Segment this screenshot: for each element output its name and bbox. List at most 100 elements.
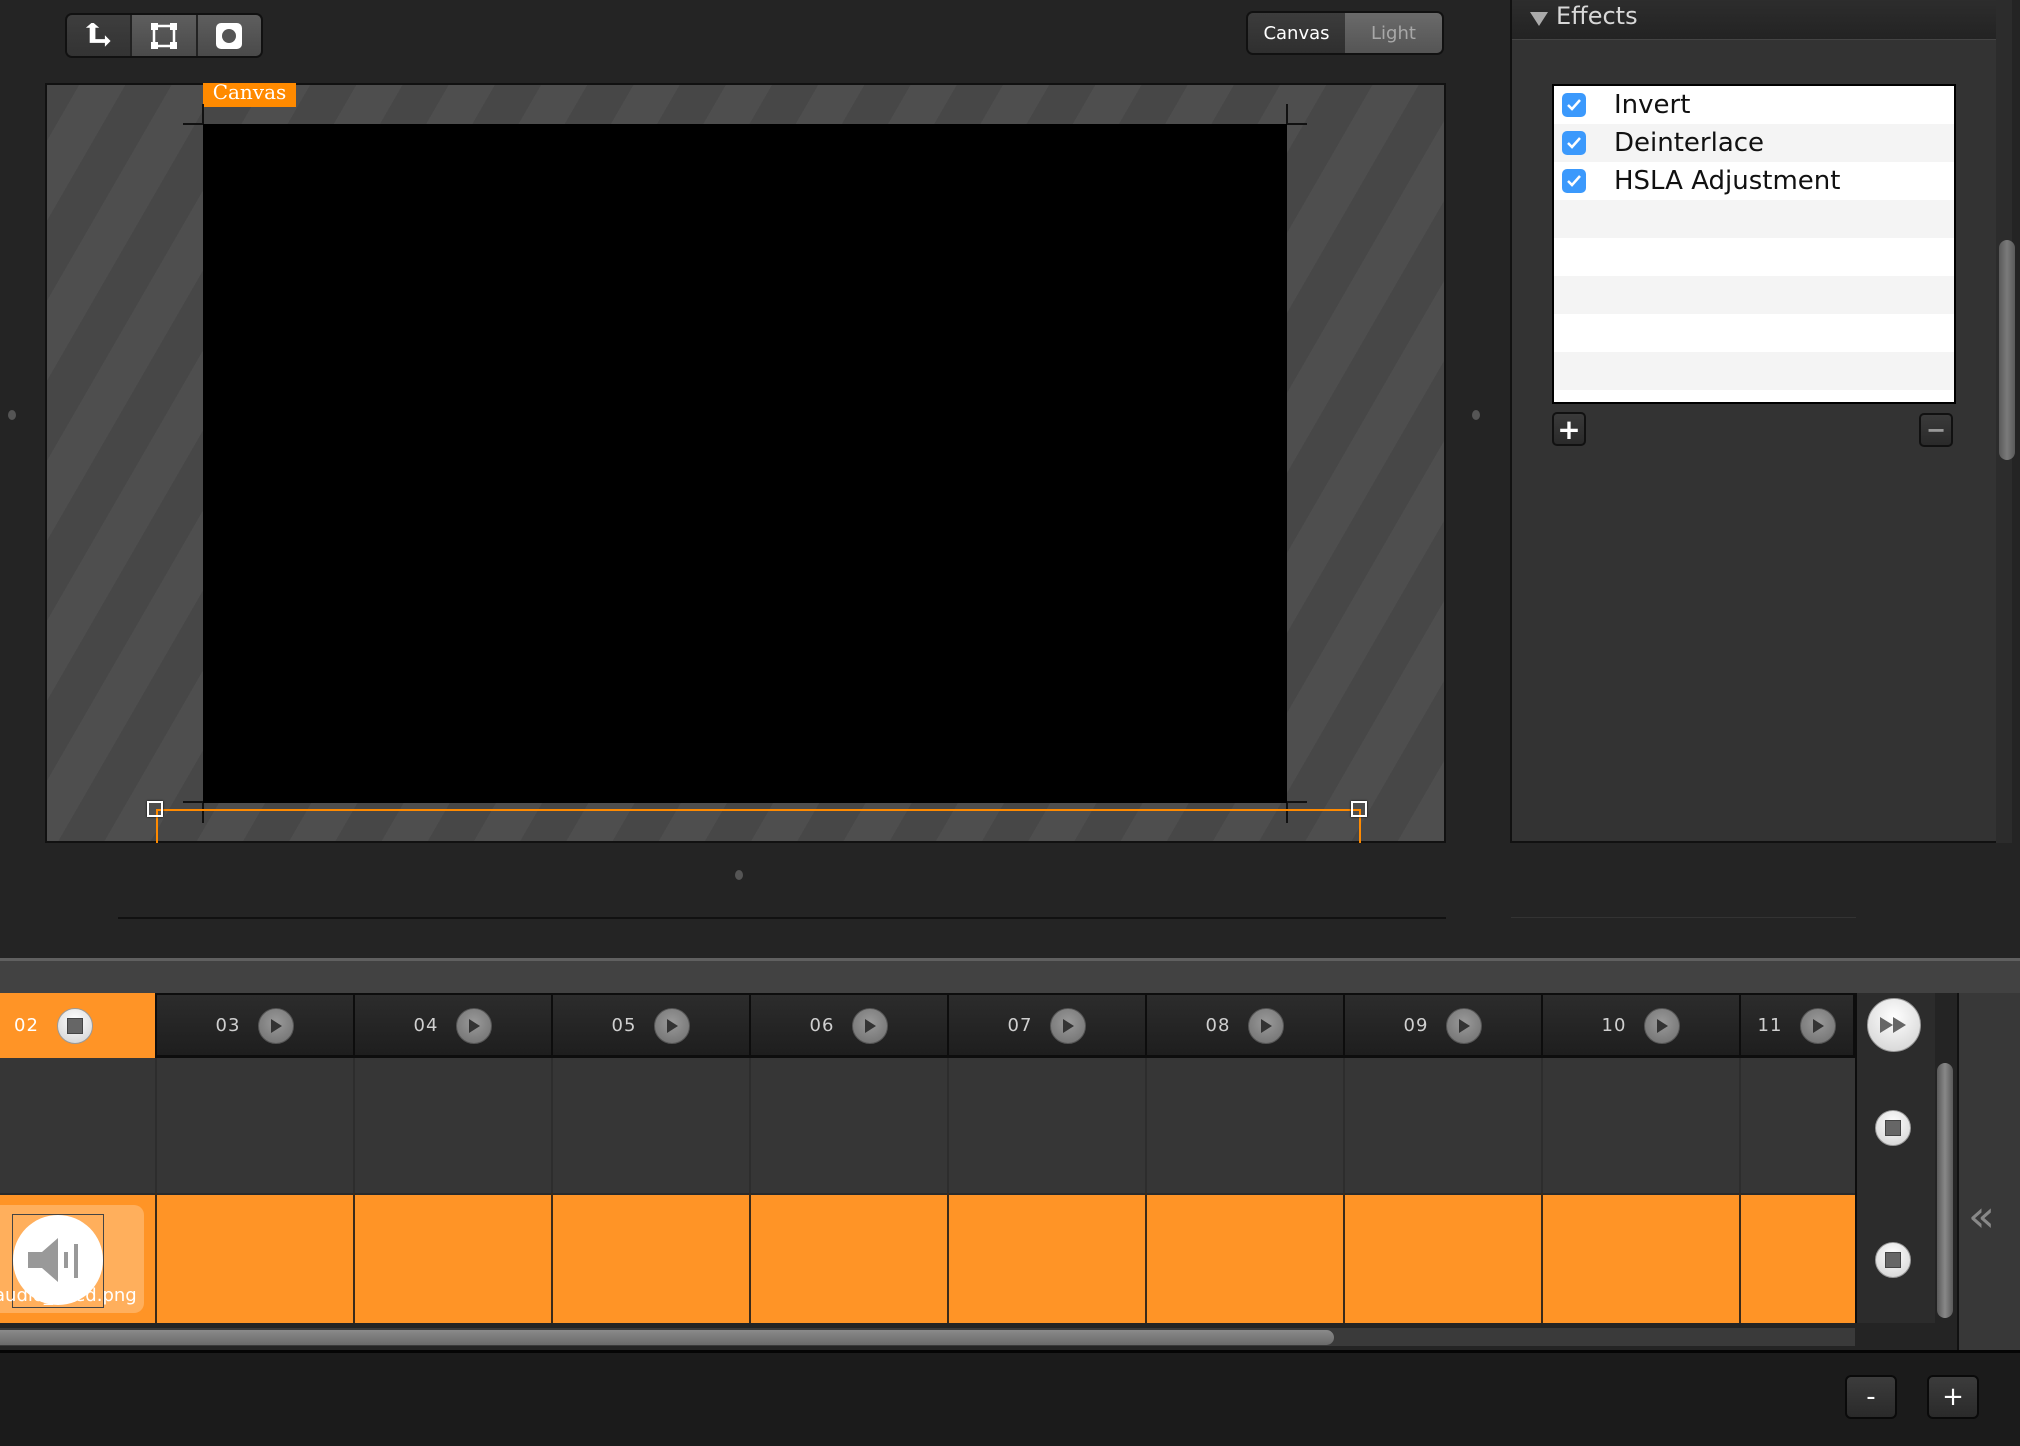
timeline-vscroll-thumb[interactable]: [1937, 1063, 1953, 1318]
crop-mark: [1286, 803, 1288, 823]
crop-mark: [183, 123, 203, 125]
anchor-arrows-icon: [85, 22, 111, 47]
column-divider: [353, 1193, 355, 1323]
timeline-bottom-bar: [0, 1350, 2020, 1446]
checkmark-icon: [1567, 175, 1581, 187]
column-label: 07: [1007, 1015, 1033, 1036]
play-button[interactable]: [1050, 1007, 1087, 1044]
anchor-tool-button[interactable]: [67, 15, 133, 56]
fast-forward-button[interactable]: [1867, 998, 1921, 1052]
play-icon: [1459, 1018, 1471, 1033]
circle-mask-icon: [216, 22, 243, 49]
effects-list: Invert Deinterlace HSLA Adjustment: [1552, 84, 1956, 404]
stop-icon: [1885, 1252, 1901, 1268]
canvas-view-button[interactable]: Canvas: [1248, 13, 1345, 53]
play-button[interactable]: [654, 1007, 691, 1044]
effect-item[interactable]: Deinterlace: [1554, 124, 1954, 162]
track-stop-button[interactable]: [1875, 1110, 1911, 1146]
stop-button[interactable]: [56, 1007, 93, 1044]
column-divider: [1343, 1193, 1345, 1323]
mask-tool-button[interactable]: [197, 15, 261, 56]
crop-mark: [1287, 123, 1307, 125]
timeline-column-header[interactable]: 08: [1147, 993, 1345, 1058]
column-divider: [1541, 1193, 1543, 1323]
crop-mark: [202, 803, 204, 823]
effect-item[interactable]: HSLA Adjustment: [1554, 162, 1954, 200]
play-button[interactable]: [1644, 1007, 1681, 1044]
column-label: 09: [1403, 1015, 1429, 1036]
column-divider: [353, 1058, 355, 1193]
column-divider: [1739, 1058, 1741, 1193]
track-stop-button[interactable]: [1875, 1242, 1911, 1278]
crop-mark: [1286, 104, 1288, 124]
timeline-hscroll-thumb[interactable]: [0, 1330, 1334, 1345]
timeline-toolbar: [0, 958, 2020, 993]
splitter-handle-right[interactable]: [1472, 410, 1480, 420]
disclosure-triangle-icon[interactable]: [1530, 12, 1548, 26]
empty-row: [1554, 390, 1954, 402]
timeline-column-header[interactable]: 06: [751, 993, 949, 1058]
play-button[interactable]: [456, 1007, 493, 1044]
play-icon: [865, 1018, 877, 1033]
timeline-column-header[interactable]: 10: [1543, 993, 1741, 1058]
add-effect-button[interactable]: +: [1552, 412, 1586, 446]
canvas-label: Canvas: [203, 83, 296, 107]
splitter-handle-left[interactable]: [8, 410, 16, 420]
column-divider: [1343, 1058, 1345, 1193]
timeline-column-header[interactable]: 03: [157, 993, 355, 1058]
divider: [1511, 917, 1856, 918]
effect-item[interactable]: Invert: [1554, 86, 1954, 124]
crop-mark: [183, 801, 203, 803]
column-divider: [947, 1193, 949, 1323]
effects-scrollbar-thumb[interactable]: [1999, 240, 2015, 460]
timeline-column-header[interactable]: 02: [0, 993, 157, 1058]
checkmark-icon: [1567, 99, 1581, 111]
play-button[interactable]: [258, 1007, 295, 1044]
column-label: 03: [215, 1015, 241, 1036]
resize-handle-left[interactable]: [147, 801, 163, 817]
column-divider: [749, 1193, 751, 1323]
transform-tool-button[interactable]: [132, 15, 198, 56]
timeline-track-audio[interactable]: [0, 1193, 1855, 1323]
timeline-column-header[interactable]: 07: [949, 993, 1147, 1058]
column-label: 05: [611, 1015, 637, 1036]
fast-forward-icon: [1880, 1017, 1906, 1033]
empty-row: [1554, 352, 1954, 390]
timeline-column-header[interactable]: 05: [553, 993, 751, 1058]
play-button[interactable]: [1446, 1007, 1483, 1044]
empty-row: [1554, 238, 1954, 276]
resize-handle-right[interactable]: [1351, 801, 1367, 817]
effects-title: Effects: [1556, 2, 1638, 30]
crop-mark: [1287, 801, 1307, 803]
zoom-out-button[interactable]: -: [1845, 1375, 1897, 1419]
effects-header[interactable]: Effects: [1512, 0, 1998, 40]
checkmark-icon: [1567, 137, 1581, 149]
bounding-box-icon: [150, 22, 177, 49]
effect-checkbox[interactable]: [1562, 131, 1586, 155]
column-label: 08: [1205, 1015, 1231, 1036]
column-divider: [749, 1058, 751, 1193]
canvas-preview[interactable]: [203, 124, 1287, 803]
timeline-column-header[interactable]: 04: [355, 993, 553, 1058]
column-label: 04: [413, 1015, 439, 1036]
play-button[interactable]: [852, 1007, 889, 1044]
effect-checkbox[interactable]: [1562, 93, 1586, 117]
view-toggle: Canvas Light: [1246, 11, 1444, 55]
timeline-column-header[interactable]: 11: [1741, 993, 1855, 1058]
light-view-button[interactable]: Light: [1345, 13, 1442, 53]
stop-icon: [1885, 1120, 1901, 1136]
remove-effect-button[interactable]: −: [1919, 413, 1953, 447]
stop-icon: [66, 1017, 83, 1034]
timeline-column-header[interactable]: 09: [1345, 993, 1543, 1058]
collapse-panel-button[interactable]: «: [1968, 1195, 1995, 1239]
timeline-track[interactable]: [0, 1058, 1855, 1193]
play-button[interactable]: [1248, 1007, 1285, 1044]
effect-label: HSLA Adjustment: [1614, 166, 1841, 196]
effect-checkbox[interactable]: [1562, 169, 1586, 193]
column-divider: [1739, 1193, 1741, 1323]
zoom-in-button[interactable]: +: [1927, 1375, 1979, 1419]
play-button[interactable]: [1800, 1007, 1837, 1044]
splitter-handle-bottom[interactable]: [735, 870, 743, 880]
column-divider: [1145, 1058, 1147, 1193]
column-divider: [155, 1193, 157, 1323]
